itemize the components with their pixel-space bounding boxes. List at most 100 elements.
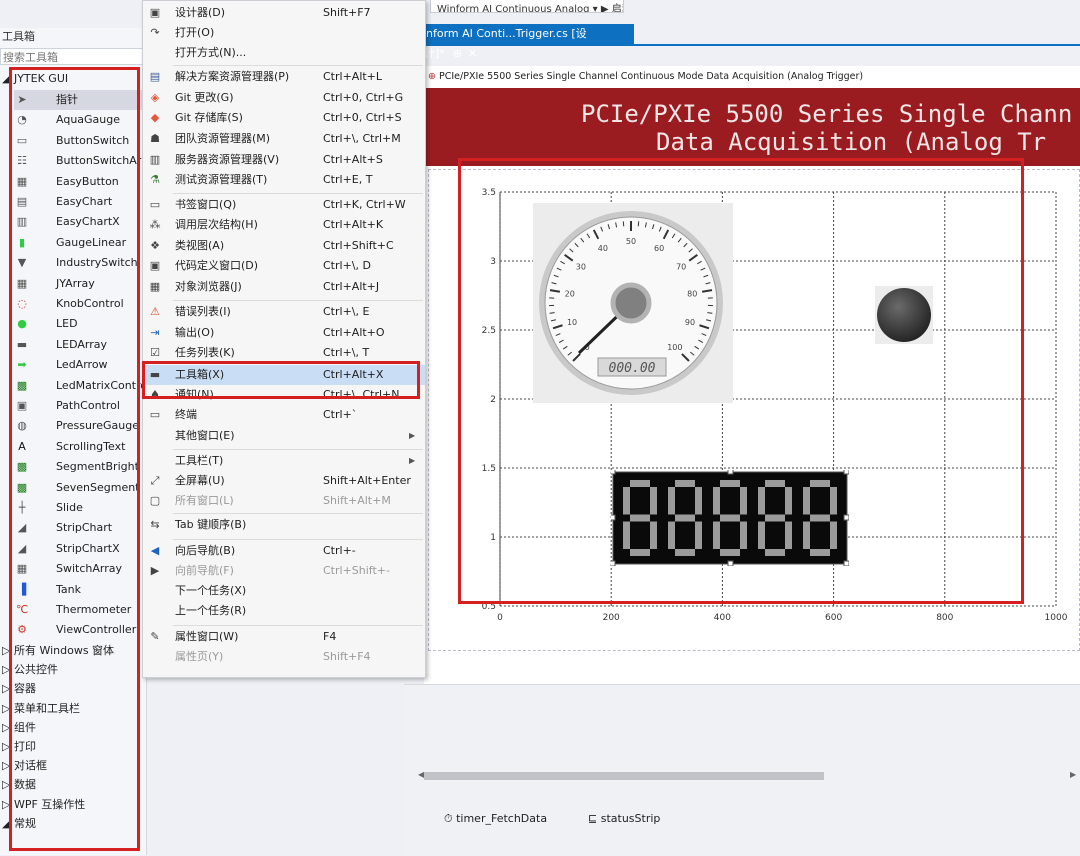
menu-item-shortcut: Ctrl+`: [323, 405, 357, 425]
form-title-text: PCIe/PXIe 5500 Series Single Channel Con…: [439, 71, 863, 82]
menu-item-label: 输出(O): [175, 323, 214, 343]
menu-item-shortcut: Ctrl+0, Ctrl+S: [323, 108, 402, 128]
x-tick-label: 200: [603, 613, 620, 623]
menu-item-item-21[interactable]: 工具栏(T)▶: [143, 451, 425, 471]
menu-item-item-20[interactable]: 其他窗口(E)▶: [143, 426, 425, 446]
menu-item-test-explorer[interactable]: ⚗ 测试资源管理器(T) Ctrl+E, T: [143, 170, 425, 190]
menu-separator: [173, 193, 423, 194]
scroll-right-icon[interactable]: ▶: [1070, 770, 1076, 779]
menu-item-shortcut: Ctrl+Alt+K: [323, 215, 383, 235]
toolbox-search-input[interactable]: 搜索工具箱: [0, 48, 144, 65]
x-tick-label: 600: [825, 613, 842, 623]
object-browser-icon: ▦: [149, 281, 161, 293]
annotation-toolbox-items: [9, 67, 140, 851]
tab-designer[interactable]: nform AI Conti...Trigger.cs [设计]*⊕✕: [424, 24, 634, 44]
close-icon[interactable]: ✕: [468, 47, 477, 60]
menu-item-shortcut: Ctrl+Shift+C: [323, 236, 394, 256]
fullscreen-icon: ⤢: [149, 475, 161, 487]
x-tick-label: 1000: [1045, 613, 1068, 623]
timer-icon: ⏱: [444, 812, 453, 825]
git-changes-icon: ◈: [149, 92, 161, 104]
menu-item-all-windows[interactable]: ▢所有窗口(L)Shift+Alt+M: [143, 491, 425, 511]
menu-item-output[interactable]: ⇥输出(O)Ctrl+Alt+O: [143, 323, 425, 343]
error-list-icon: ⚠: [149, 306, 161, 318]
menu-item-open[interactable]: ↷打开(O): [143, 23, 425, 43]
timer-label: timer_FetchData: [456, 812, 547, 825]
tab-order-icon: ⇆: [149, 519, 161, 531]
menu-item-shortcut: Ctrl+\, T: [323, 343, 369, 363]
menu-item-git-repo[interactable]: ◆Git 存储库(S)Ctrl+0, Ctrl+S: [143, 108, 425, 128]
menu-item-label: 终端: [175, 405, 197, 425]
menu-item-shortcut: Ctrl+Alt+S: [323, 150, 383, 170]
menu-separator: [173, 625, 423, 626]
menu-separator: [173, 449, 423, 450]
menu-item-team-explorer[interactable]: ☗团队资源管理器(M)Ctrl+\, Ctrl+M: [143, 129, 425, 149]
menu-item-label: 下一个任务(X): [175, 581, 246, 601]
banner-line-1: PCIe/PXIe 5500 Series Single Chann: [581, 100, 1072, 128]
menu-item-designer[interactable]: ▣设计器(D)Shift+F7: [143, 3, 425, 23]
menu-item-label: 打开方式(N)...: [175, 43, 246, 63]
menu-item-server-explorer[interactable]: ▥服务器资源管理器(V)Ctrl+Alt+S: [143, 150, 425, 170]
title-banner[interactable]: PCIe/PXIe 5500 Series Single Chann Data …: [424, 88, 1080, 166]
timer-component[interactable]: ⏱ timer_FetchData: [444, 810, 547, 828]
horizontal-scrollbar[interactable]: ◀ ▶: [420, 770, 1080, 782]
menu-item-navigate-back[interactable]: ◀向后导航(B)Ctrl+-: [143, 541, 425, 561]
menu-separator: [173, 539, 423, 540]
terminal-icon: ▭: [149, 409, 161, 421]
menu-item-label: 测试资源管理器(T): [175, 170, 267, 190]
pin-icon[interactable]: ⊕: [453, 47, 462, 60]
menu-item-label: 打开(O): [175, 23, 214, 43]
statusstrip-icon: ⊑: [588, 812, 597, 825]
annotation-menu-toolbox: [142, 361, 420, 399]
task-list-icon: ☑: [149, 347, 161, 359]
menu-item-item-2[interactable]: 打开方式(N)...: [143, 43, 425, 63]
navigate-forward-icon: ▶: [149, 565, 161, 577]
chart-x-ticks: 02004006008001000: [497, 613, 1068, 623]
menu-item-item-27[interactable]: 下一个任务(X): [143, 581, 425, 601]
properties-icon: ✎: [149, 631, 161, 643]
menu-item-solution-explorer[interactable]: ▤解决方案资源管理器(P)Ctrl+Alt+L: [143, 67, 425, 87]
menu-item-item-30[interactable]: 属性页(Y)Shift+F4: [143, 647, 425, 667]
menu-item-shortcut: Ctrl+Shift+-: [323, 561, 390, 581]
menu-item-shortcut: Ctrl+\, D: [323, 256, 371, 276]
menu-item-shortcut: Ctrl+E, T: [323, 170, 372, 190]
menu-item-object-browser[interactable]: ▦对象浏览器(J)Ctrl+Alt+J: [143, 277, 425, 297]
designer-icon: ▣: [149, 7, 161, 19]
menu-item-shortcut: Ctrl+K, Ctrl+W: [323, 195, 406, 215]
menu-item-properties[interactable]: ✎属性窗口(W)F4: [143, 627, 425, 647]
menu-item-label: 解决方案资源管理器(P): [175, 67, 289, 87]
menu-item-label: Git 更改(G): [175, 88, 234, 108]
menu-item-shortcut: Ctrl+Alt+L: [323, 67, 382, 87]
menu-item-label: 向前导航(F): [175, 561, 234, 581]
menu-item-navigate-forward[interactable]: ▶ 向前导航(F) Ctrl+Shift+-: [143, 561, 425, 581]
menu-item-shortcut: Ctrl+Alt+O: [323, 323, 385, 343]
menu-item-label: 属性页(Y): [175, 647, 223, 667]
menu-item-call-hierarchy[interactable]: ⁂调用层次结构(H)Ctrl+Alt+K: [143, 215, 425, 235]
menu-item-fullscreen[interactable]: ⤢全屏幕(U)Shift+Alt+Enter: [143, 471, 425, 491]
menu-item-label: 服务器资源管理器(V): [175, 150, 279, 170]
statusstrip-component[interactable]: ⊑ statusStrip: [588, 810, 660, 828]
test-explorer-icon: ⚗: [149, 174, 161, 186]
navigate-back-icon: ◀: [149, 545, 161, 557]
scrollbar-thumb[interactable]: [424, 772, 824, 780]
submenu-arrow-icon: ▶: [409, 426, 415, 446]
menu-item-label: 调用层次结构(H): [175, 215, 258, 235]
menu-item-terminal[interactable]: ▭ 终端 Ctrl+`: [143, 405, 425, 425]
menu-item-shortcut: Ctrl+\, E: [323, 302, 369, 322]
menu-item-bookmark[interactable]: ▭书签窗口(Q)Ctrl+K, Ctrl+W: [143, 195, 425, 215]
menu-item-code-definition[interactable]: ▣代码定义窗口(D)Ctrl+\, D: [143, 256, 425, 276]
menu-item-task-list[interactable]: ☑任务列表(K)Ctrl+\, T: [143, 343, 425, 363]
run-config-dropdown[interactable]: Winform AI Continuous Analog ▾ ▶ 启动: [430, 0, 624, 13]
menu-item-shortcut: Shift+Alt+Enter: [323, 471, 411, 491]
menu-item-shortcut: F4: [323, 627, 336, 647]
menu-item-item-28[interactable]: 上一个任务(R): [143, 601, 425, 621]
menu-item-tab-order[interactable]: ⇆Tab 键顺序(B): [143, 515, 425, 535]
toolbox-title: 工具箱: [0, 28, 148, 46]
menu-item-error-list[interactable]: ⚠错误列表(I)Ctrl+\, E: [143, 302, 425, 322]
class-view-icon: ❖: [149, 240, 161, 252]
code-definition-icon: ▣: [149, 260, 161, 272]
menu-item-class-view[interactable]: ❖类视图(A)Ctrl+Shift+C: [143, 236, 425, 256]
x-tick-label: 800: [936, 613, 953, 623]
menu-item-git-changes[interactable]: ◈ Git 更改(G) Ctrl+0, Ctrl+G: [143, 88, 425, 108]
menu-item-shortcut: Ctrl+0, Ctrl+G: [323, 88, 403, 108]
